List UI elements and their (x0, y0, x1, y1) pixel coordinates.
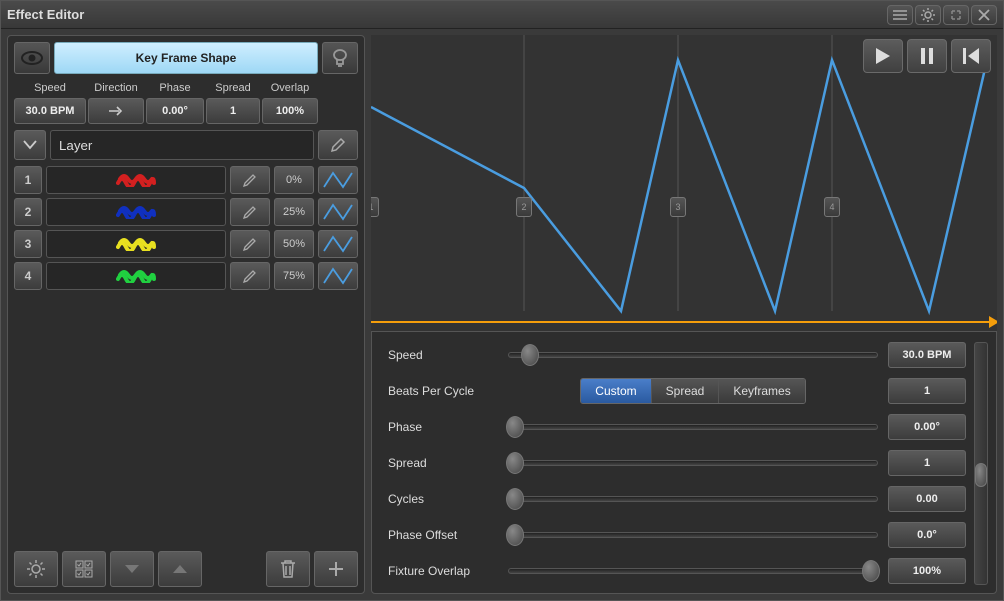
ctrl-phaseoffset-label: Phase Offset (388, 528, 498, 542)
pause-button[interactable] (907, 39, 947, 73)
fixture-button[interactable] (322, 42, 358, 74)
menu-icon[interactable] (887, 5, 913, 25)
window-title: Effect Editor (7, 7, 887, 22)
play-button[interactable] (863, 39, 903, 73)
keyframe-marker-3[interactable]: 3 (670, 197, 686, 217)
cycles-slider[interactable] (508, 490, 878, 508)
move-down-button[interactable] (110, 551, 154, 587)
fixture-edit-4[interactable] (230, 262, 270, 290)
select-all-icon[interactable] (62, 551, 106, 587)
keyframe-marker-1[interactable]: 1 (371, 197, 379, 217)
effect-editor-window: Effect Editor Key Frame Shape (0, 0, 1004, 601)
fixture-wave-1[interactable] (318, 166, 358, 194)
ctrl-cycles-value[interactable]: 0.00 (888, 486, 966, 512)
spread-value[interactable]: 1 (206, 98, 260, 124)
vertical-scrollbar[interactable] (974, 342, 988, 585)
keyframe-marker-4[interactable]: 4 (824, 197, 840, 217)
fixture-swatch-2[interactable] (46, 198, 226, 226)
move-up-button[interactable] (158, 551, 202, 587)
rewind-button[interactable] (951, 39, 991, 73)
layer-edit-button[interactable] (318, 130, 358, 160)
ctrl-speed-label: Speed (388, 348, 498, 362)
ctrl-overlap-value[interactable]: 100% (888, 558, 966, 584)
direction-label: Direction (94, 80, 137, 96)
titlebar: Effect Editor (1, 1, 1003, 29)
fixture-edit-2[interactable] (230, 198, 270, 226)
ctrl-speed-value[interactable]: 30.0 BPM (888, 342, 966, 368)
controls-area: Speed 30.0 BPM Beats Per Cycle Custom Sp… (371, 331, 997, 594)
ctrl-bpc-label: Beats Per Cycle (388, 384, 498, 398)
fixture-edit-1[interactable] (230, 166, 270, 194)
fixture-num-3[interactable]: 3 (14, 230, 42, 258)
speed-value[interactable]: 30.0 BPM (14, 98, 86, 124)
seg-custom[interactable]: Custom (581, 379, 651, 403)
expand-icon[interactable] (943, 5, 969, 25)
fixture-percent-2[interactable]: 25% (274, 198, 314, 226)
ctrl-spread-label: Spread (388, 456, 498, 470)
close-icon[interactable] (971, 5, 997, 25)
ctrl-cycles-label: Cycles (388, 492, 498, 506)
right-panel: 1 2 3 4 (371, 35, 997, 594)
fixture-wave-3[interactable] (318, 230, 358, 258)
fixture-wave-4[interactable] (318, 262, 358, 290)
fixture-swatch-1[interactable] (46, 166, 226, 194)
fixture-edit-3[interactable] (230, 230, 270, 258)
fixture-percent-4[interactable]: 75% (274, 262, 314, 290)
spread-slider[interactable] (508, 454, 878, 472)
ctrl-phase-label: Phase (388, 420, 498, 434)
fixture-num-2[interactable]: 2 (14, 198, 42, 226)
ctrl-overlap-label: Fixture Overlap (388, 564, 498, 578)
spread-label: Spread (215, 80, 250, 96)
visibility-button[interactable] (14, 42, 50, 74)
seg-keyframes[interactable]: Keyframes (719, 379, 804, 403)
phase-slider[interactable] (508, 418, 878, 436)
phase-value[interactable]: 0.00° (146, 98, 204, 124)
ctrl-phase-value[interactable]: 0.00° (888, 414, 966, 440)
gear-icon[interactable] (915, 5, 941, 25)
phase-label: Phase (159, 80, 190, 96)
seg-spread[interactable]: Spread (652, 379, 720, 403)
layer-expand-button[interactable] (14, 130, 46, 160)
keyframe-marker-2[interactable]: 2 (516, 197, 532, 217)
graph-area[interactable]: 1 2 3 4 (371, 35, 997, 331)
fixture-wave-2[interactable] (318, 198, 358, 226)
ctrl-bpc-value[interactable]: 1 (888, 378, 966, 404)
ctrl-phaseoffset-value[interactable]: 0.0° (888, 522, 966, 548)
ctrl-spread-value[interactable]: 1 (888, 450, 966, 476)
direction-value[interactable] (88, 98, 144, 124)
layer-name-input[interactable] (50, 130, 314, 160)
speed-slider[interactable] (508, 346, 878, 364)
fixture-num-1[interactable]: 1 (14, 166, 42, 194)
shape-name[interactable]: Key Frame Shape (54, 42, 318, 74)
bpc-segments: Custom Spread Keyframes (580, 378, 805, 404)
fixture-num-4[interactable]: 4 (14, 262, 42, 290)
add-button[interactable] (314, 551, 358, 587)
fixture-swatch-4[interactable] (46, 262, 226, 290)
overlap-slider[interactable] (508, 562, 878, 580)
brightness-icon[interactable] (14, 551, 58, 587)
fixture-percent-1[interactable]: 0% (274, 166, 314, 194)
fixture-swatch-3[interactable] (46, 230, 226, 258)
overlap-label: Overlap (271, 80, 310, 96)
left-panel: Key Frame Shape Speed 30.0 BPM Direction (7, 35, 365, 594)
timeline-arrow (371, 321, 997, 323)
phase-offset-slider[interactable] (508, 526, 878, 544)
delete-button[interactable] (266, 551, 310, 587)
overlap-value[interactable]: 100% (262, 98, 318, 124)
speed-label: Speed (34, 80, 66, 96)
fixture-percent-3[interactable]: 50% (274, 230, 314, 258)
